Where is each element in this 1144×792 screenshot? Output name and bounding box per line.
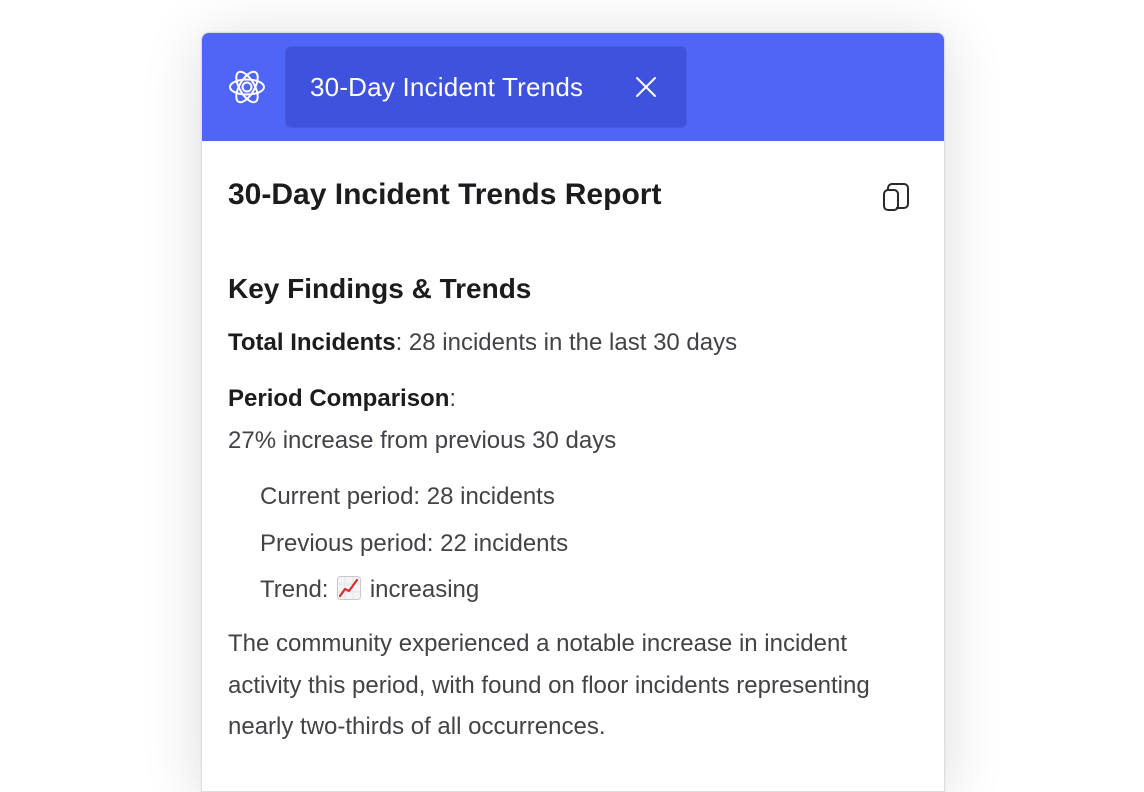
total-incidents-label: Total Incidents <box>228 329 396 356</box>
list-item-current: Current period: 28 incidents <box>260 483 555 510</box>
openai-logo-icon <box>224 64 270 110</box>
total-incidents-value: : 28 incidents in the last 30 days <box>395 329 738 356</box>
period-comparison: Period Comparison: <box>228 382 918 416</box>
report-panel: 30-Day Incident Trends 30-Day Incident T… <box>201 32 945 792</box>
report-content: 30-Day Incident Trends Report Key Findin… <box>202 141 944 748</box>
copy-icon <box>883 183 909 211</box>
trend-prefix: Trend: <box>260 576 329 603</box>
period-comparison-colon: : <box>449 385 457 412</box>
period-comparison-label: Period Comparison <box>228 385 450 412</box>
panel-header: 30-Day Incident Trends <box>202 33 944 141</box>
chart-increasing-icon <box>337 576 362 600</box>
title-row: 30-Day Incident Trends Report <box>228 175 918 215</box>
summary-paragraph: The community experienced a notable incr… <box>228 630 870 740</box>
tab-incident-trends[interactable]: 30-Day Incident Trends <box>285 46 687 128</box>
comparison-details: Current period: 28 incidents Previous pe… <box>228 480 918 607</box>
close-icon[interactable] <box>633 74 659 100</box>
list-item-previous: Previous period: 22 incidents <box>260 529 569 557</box>
page-title: 30-Day Incident Trends Report <box>228 178 662 211</box>
section-heading: Key Findings & Trends <box>228 273 532 304</box>
period-comparison-value: 27% increase from previous 30 days <box>228 427 617 454</box>
list-item-trend: Trend: increasing <box>260 573 918 607</box>
trend-value: increasing <box>369 576 480 603</box>
copy-button[interactable] <box>880 179 914 215</box>
total-incidents: Total Incidents: 28 incidents in the las… <box>228 326 918 360</box>
tab-label: 30-Day Incident Trends <box>310 71 584 102</box>
